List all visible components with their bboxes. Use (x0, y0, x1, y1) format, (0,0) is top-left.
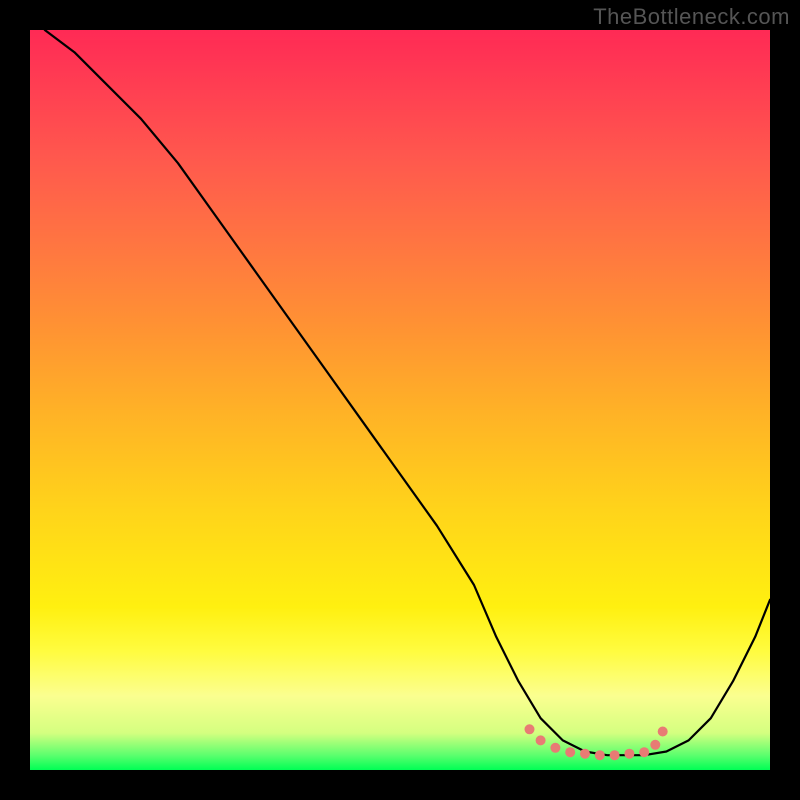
marker-point (525, 724, 535, 734)
watermark-text: TheBottleneck.com (593, 4, 790, 30)
marker-point (595, 750, 605, 760)
marker-point (610, 750, 620, 760)
marker-point (536, 735, 546, 745)
marker-point (639, 747, 649, 757)
optimal-zone-markers (525, 724, 668, 760)
marker-point (650, 740, 660, 750)
marker-point (624, 749, 634, 759)
marker-point (565, 747, 575, 757)
chart-plot-area (30, 30, 770, 770)
marker-point (550, 743, 560, 753)
chart-svg (30, 30, 770, 770)
marker-point (580, 749, 590, 759)
bottleneck-curve-line (45, 30, 770, 755)
marker-point (658, 727, 668, 737)
